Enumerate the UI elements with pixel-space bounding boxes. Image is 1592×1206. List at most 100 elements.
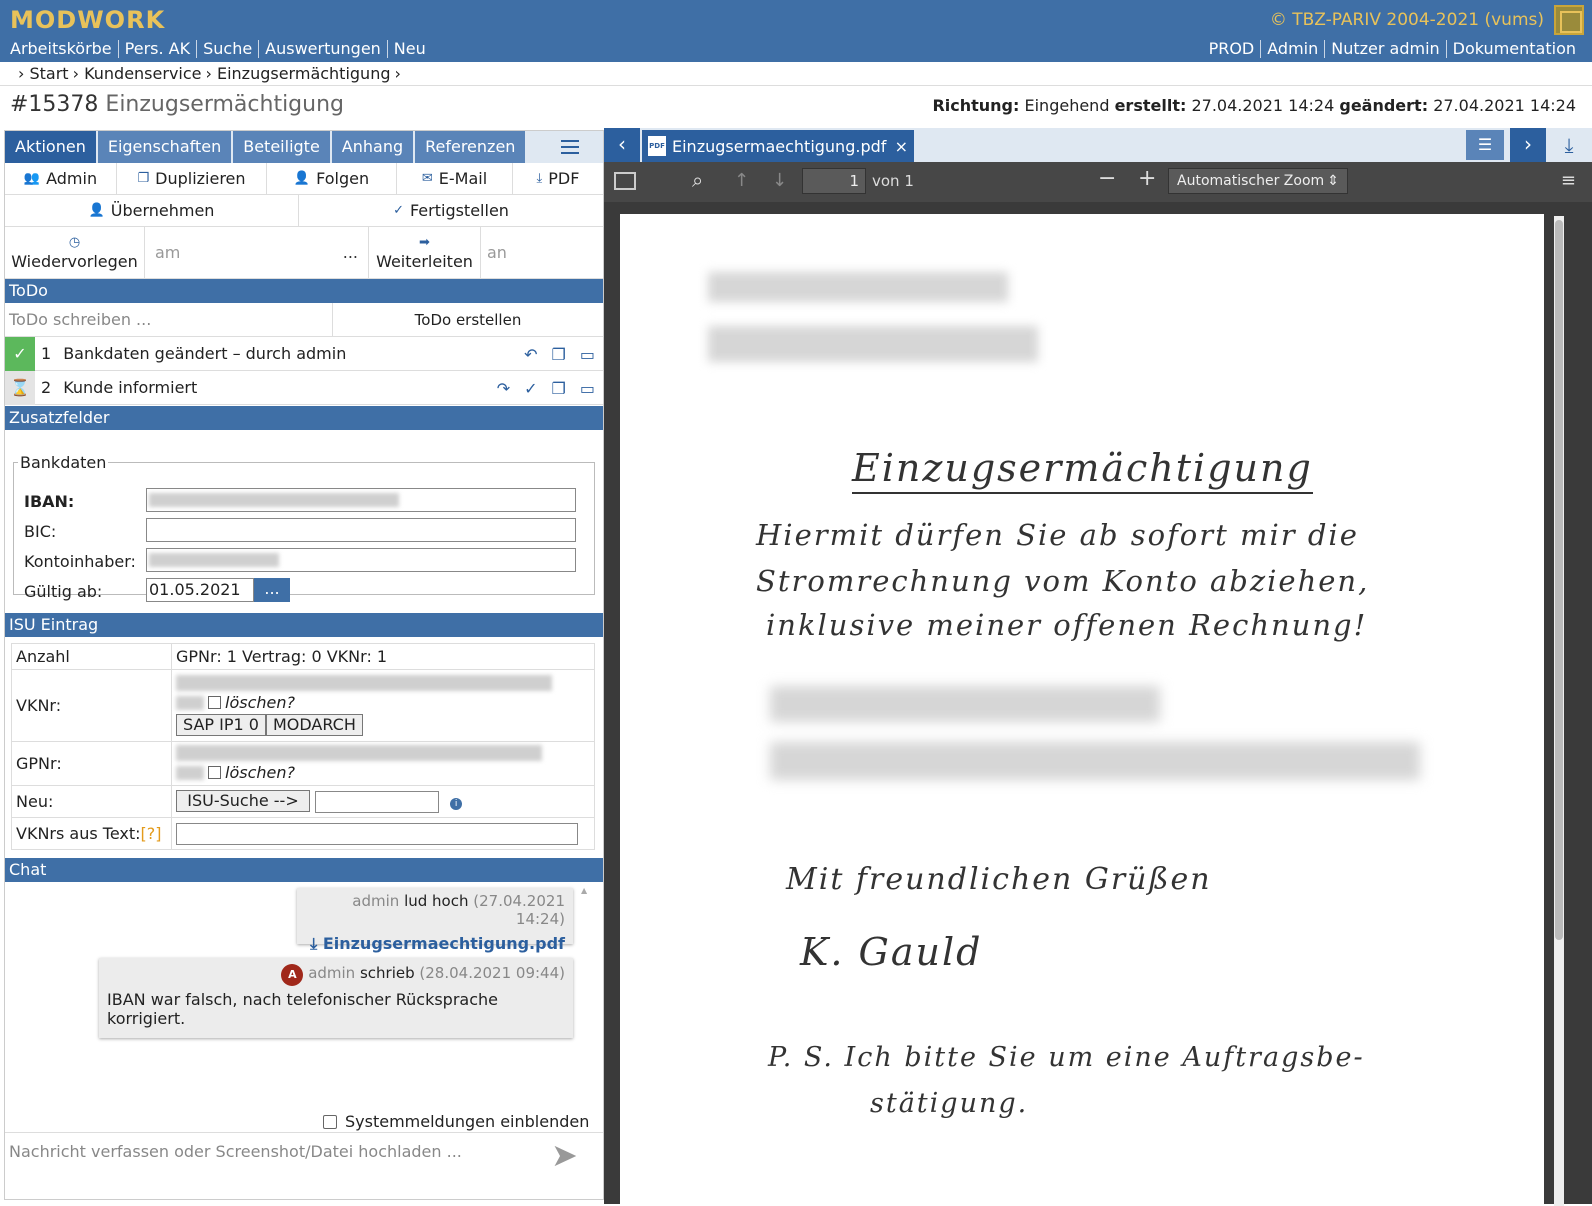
- download-icon[interactable]: ⤓: [1552, 128, 1586, 162]
- tab-beteiligte[interactable]: Beteiligte: [233, 131, 330, 163]
- forward-to-input[interactable]: an: [481, 227, 603, 278]
- zoom-in-icon[interactable]: +: [1138, 166, 1156, 191]
- todo-item: ⌛ 2 Kunde informiert ↷ ✓ ❐ ▭: [5, 370, 603, 405]
- chat-scrollbar[interactable]: ▲: [581, 886, 589, 1102]
- chat-input[interactable]: Nachricht verfassen oder Screenshot/Date…: [9, 1142, 539, 1161]
- crumb-kundenservice[interactable]: › Kundenservice: [73, 64, 202, 83]
- iban-label: IBAN:: [24, 492, 75, 511]
- comment-icon[interactable]: ▭: [580, 379, 595, 398]
- envelope-icon: ✉: [421, 171, 433, 186]
- uebernehmen-button[interactable]: 👤 Übernehmen: [5, 195, 299, 226]
- sidebar-toggle-icon[interactable]: [614, 172, 636, 190]
- anzahl-label: Anzahl: [11, 643, 172, 670]
- todo-item: ✓ 1 Bankdaten geändert – durch admin ↶ ❐…: [5, 336, 603, 371]
- comment-icon[interactable]: ▭: [580, 345, 595, 364]
- next-arrow-icon[interactable]: ›: [1510, 128, 1546, 162]
- weiterleiten-button[interactable]: ➡ Weiterleiten: [369, 227, 481, 278]
- redacted-address: [708, 272, 1008, 302]
- loeschen-checkbox[interactable]: [208, 766, 221, 779]
- anzahl-value: GPNr: 1 Vertrag: 0 VKNr: 1: [171, 643, 595, 670]
- pdf-file-icon: PDF: [648, 136, 666, 156]
- nav-pers-ak[interactable]: Pers. AK: [117, 40, 196, 58]
- redo-icon[interactable]: ↷: [497, 379, 510, 398]
- date-picker-button[interactable]: ...: [343, 243, 358, 262]
- admin-button[interactable]: 👥 Admin: [5, 163, 117, 194]
- clock-icon: ◷: [68, 234, 81, 250]
- bic-field[interactable]: [146, 518, 576, 542]
- neu-input[interactable]: [315, 790, 440, 813]
- left-panel: Aktionen Eigenschaften Beteiligte Anhang…: [4, 130, 604, 1200]
- menu-icon[interactable]: ≡: [1561, 170, 1576, 191]
- system-checkbox[interactable]: [323, 1114, 337, 1129]
- wiedervorlegen-button[interactable]: ◷ Wiedervorlegen: [5, 227, 145, 278]
- crumb-einzug[interactable]: › Einzugsermächtigung: [206, 64, 391, 83]
- attachment-link[interactable]: Einzugsermaechtigung.pdf: [323, 934, 565, 953]
- nav-dokumentation[interactable]: Dokumentation: [1445, 40, 1582, 58]
- tab-anhang[interactable]: Anhang: [331, 131, 414, 163]
- help-link[interactable]: [?]: [141, 824, 162, 843]
- nav-auswertungen[interactable]: Auswertungen: [258, 40, 387, 58]
- tab-aktionen[interactable]: Aktionen: [5, 131, 96, 163]
- tab-referenzen[interactable]: Referenzen: [415, 131, 526, 163]
- tab-eigenschaften[interactable]: Eigenschaften: [97, 131, 232, 163]
- nav-nutzer[interactable]: Nutzer admin: [1324, 40, 1445, 58]
- users-icon: 👥: [23, 171, 41, 186]
- list-icon[interactable]: ☰: [1466, 130, 1504, 160]
- table-row: GPNr: löschen?: [11, 741, 595, 786]
- check-icon[interactable]: ✓: [524, 379, 537, 398]
- user-plus-icon: 👤: [293, 171, 311, 186]
- todo-create-button[interactable]: ToDo erstellen: [333, 303, 603, 336]
- brand-logo[interactable]: MODWORK: [10, 6, 165, 34]
- kontoinhaber-field[interactable]: [146, 548, 576, 572]
- download-icon: ⤓: [310, 934, 318, 953]
- gpnr-label: GPNr:: [11, 741, 172, 786]
- send-icon[interactable]: ➤: [551, 1136, 578, 1174]
- chat-message: admin lud hoch (27.04.2021 14:24) ⤓ Einz…: [297, 888, 573, 953]
- email-button[interactable]: ✉ E-Mail: [397, 163, 513, 194]
- todo-input[interactable]: ToDo schreiben ...: [5, 303, 333, 336]
- copy-icon[interactable]: ❐: [552, 345, 566, 364]
- zoom-select[interactable]: Automatischer Zoom ⇕: [1168, 168, 1348, 194]
- sap-button[interactable]: SAP IP1 0: [176, 714, 266, 736]
- pdf-button[interactable]: ⤓ PDF: [513, 163, 603, 194]
- nav-prod[interactable]: PROD: [1203, 40, 1261, 58]
- vknrs-cell: [171, 817, 595, 850]
- close-icon[interactable]: ×: [895, 137, 908, 156]
- undo-icon[interactable]: ↶: [524, 345, 537, 364]
- page-up-icon[interactable]: ↑: [734, 170, 749, 191]
- prev-arrow-icon[interactable]: ‹: [604, 128, 640, 162]
- hourglass-icon[interactable]: ⌛: [5, 370, 35, 405]
- nav-neu[interactable]: Neu: [386, 40, 432, 58]
- redacted-iban: [770, 742, 1420, 780]
- nav-arbeitskoerbe[interactable]: Arbeitskörbe: [10, 40, 118, 58]
- date-picker-button[interactable]: ...: [254, 578, 290, 602]
- info-icon[interactable]: i: [450, 798, 463, 811]
- todo-num: 1: [41, 344, 52, 363]
- loeschen-checkbox[interactable]: [208, 696, 221, 709]
- isu-search-button[interactable]: ISU-Suche -->: [176, 790, 310, 813]
- nav-suche[interactable]: Suche: [196, 40, 258, 58]
- date-input[interactable]: am...: [145, 227, 369, 278]
- doc-scroll-thumb[interactable]: [1555, 220, 1563, 940]
- gueltig-label: Gültig ab:: [24, 582, 103, 601]
- iban-field[interactable]: [146, 488, 576, 512]
- nav-admin[interactable]: Admin: [1260, 40, 1324, 58]
- done-check-icon[interactable]: ✓: [5, 336, 35, 371]
- page-number-input[interactable]: 1: [802, 168, 866, 194]
- search-icon[interactable]: ⌕: [692, 168, 703, 192]
- follow-button[interactable]: 👤 Folgen: [267, 163, 397, 194]
- zoom-out-icon[interactable]: −: [1098, 166, 1116, 191]
- modarch-button[interactable]: MODARCH: [265, 714, 363, 736]
- file-tab[interactable]: PDF Einzugsermaechtigung.pdf ×: [642, 130, 914, 162]
- copy-icon[interactable]: ❐: [552, 379, 566, 398]
- fertigstellen-button[interactable]: ✓ Fertigstellen: [299, 195, 603, 226]
- duplicate-button[interactable]: ❐ Duplizieren: [117, 163, 267, 194]
- table-row: VKNrs aus Text:[?]: [11, 817, 595, 850]
- vknrs-textarea[interactable]: [176, 822, 578, 845]
- gueltig-field[interactable]: 01.05.2021: [146, 578, 254, 602]
- forward-placeholder: an: [487, 243, 507, 262]
- hamburger-menu-icon[interactable]: [561, 140, 579, 154]
- crumb-start[interactable]: › Start: [18, 64, 69, 83]
- page-down-icon[interactable]: ↓: [772, 170, 787, 191]
- todo-actions: ↶ ❐ ▭: [524, 345, 595, 364]
